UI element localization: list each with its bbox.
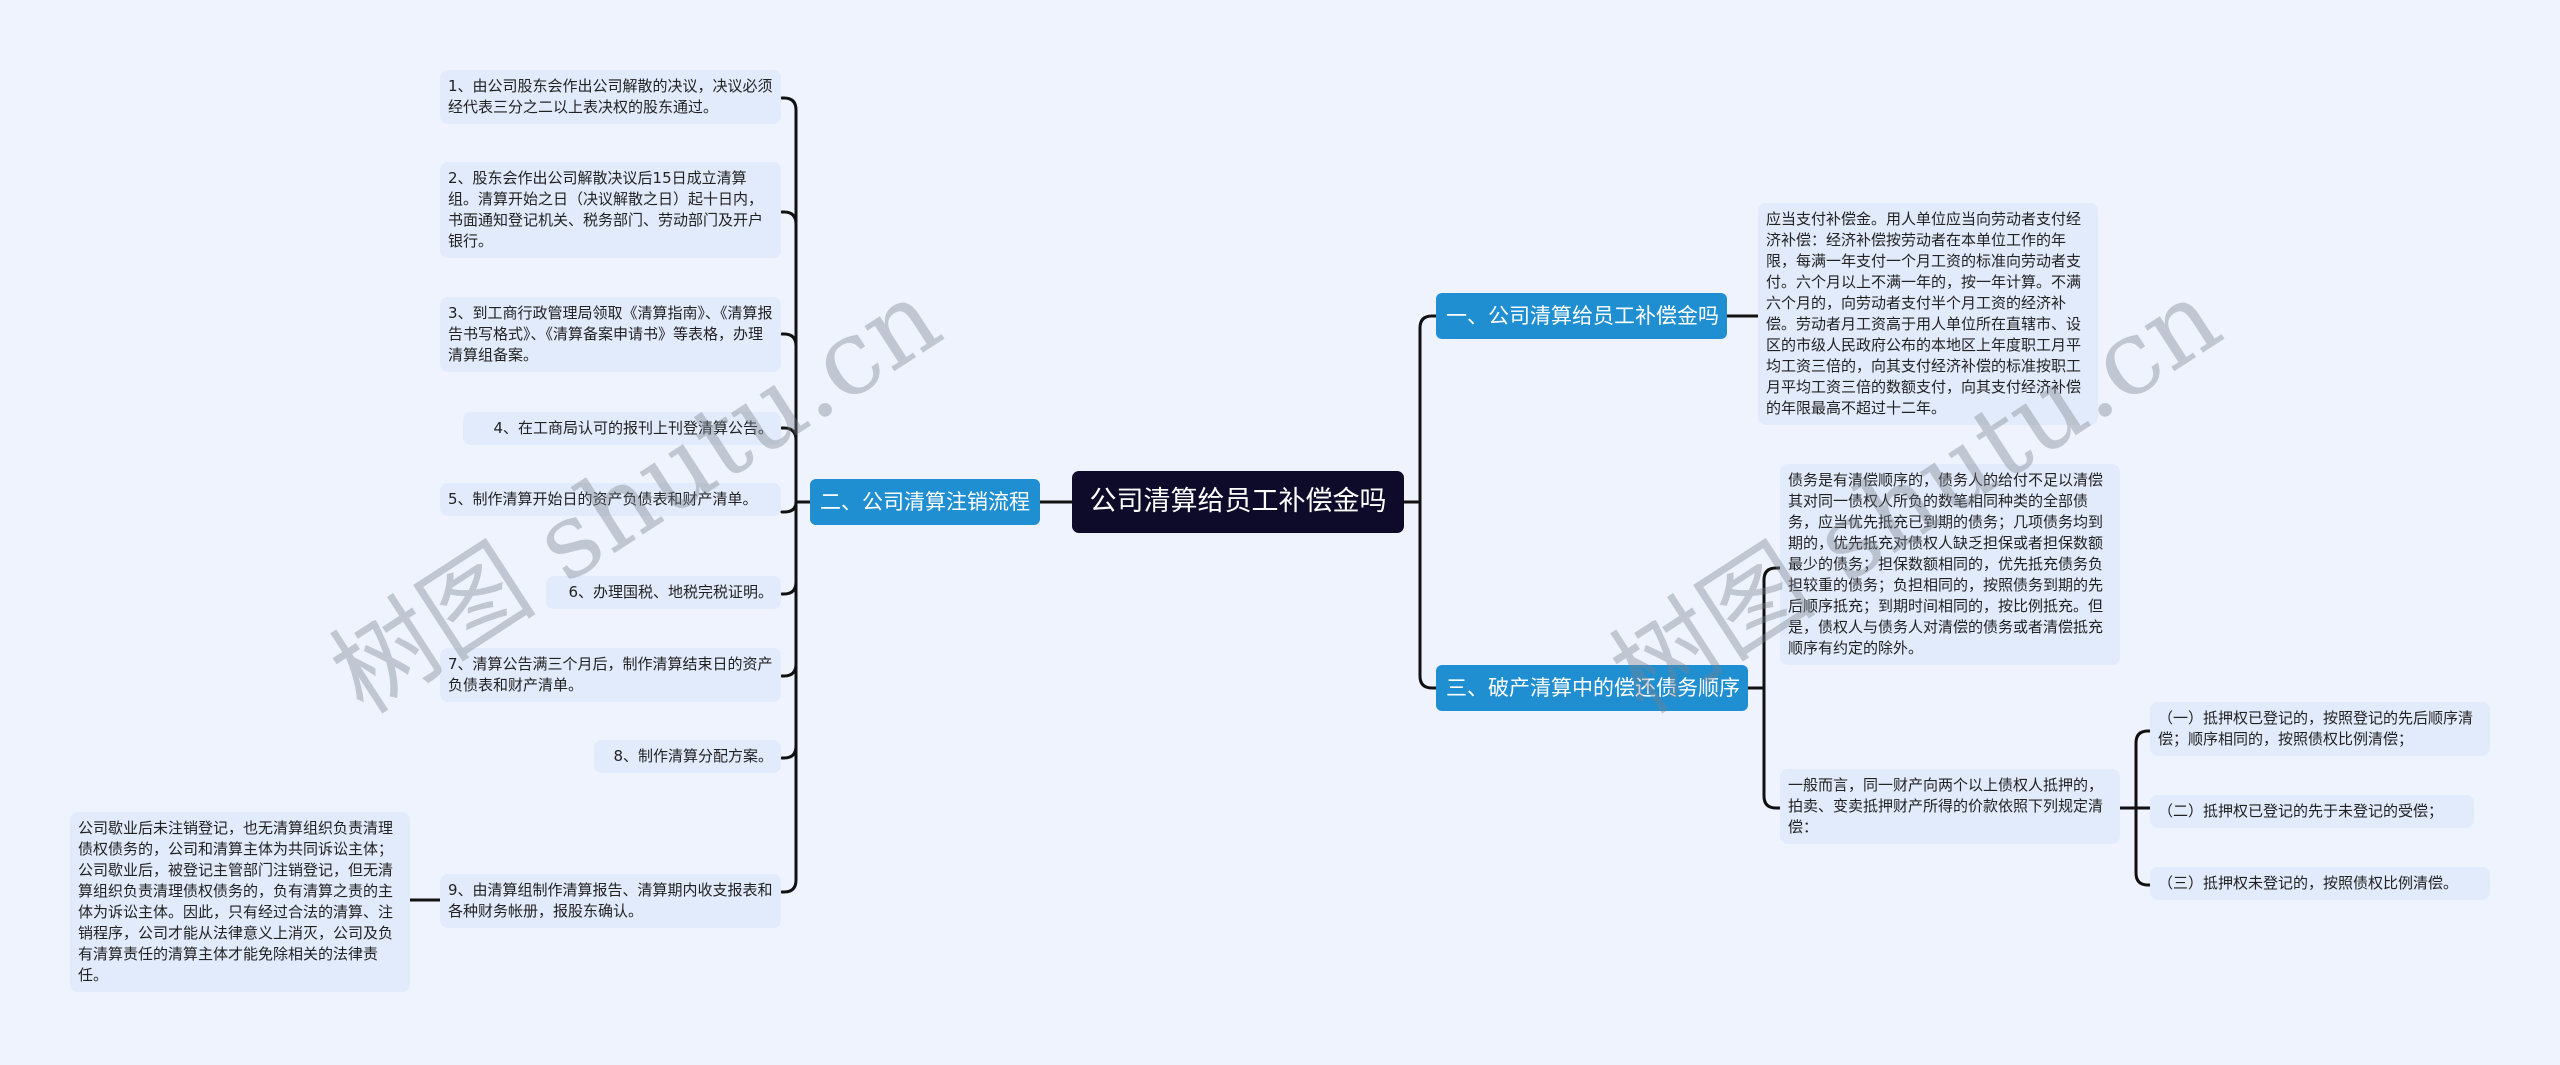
branch-2-label: 二、公司清算注销流程 (820, 490, 1030, 514)
connector-branch-2-to-item-8 (780, 500, 798, 760)
connector-branch-2-to-item-5 (780, 500, 798, 514)
mind-map-canvas: 公司清算给员工补偿金吗 一、公司清算给员工补偿金吗 应当支付补偿金。用人单位应当… (0, 0, 2560, 1065)
flow-step-3[interactable]: 3、到工商行政管理局领取《清算指南》、《清算报告书写格式》、《清算备案申请书》等… (440, 297, 781, 372)
connector-branch-2-to-item-3 (780, 332, 798, 504)
repayment-order-leaf[interactable]: 债务是有清偿顺序的，债务人的给付不足以清偿其对同一债权人所负的数笔相同种类的全部… (1780, 464, 2120, 665)
connector-branch-2-to-item-7 (780, 500, 798, 678)
branch-3-label: 三、破产清算中的偿还债务顺序 (1446, 676, 1740, 700)
root-topic[interactable]: 公司清算给员工补偿金吗 (1072, 471, 1404, 533)
flow-step-7[interactable]: 7、清算公告满三个月后，制作清算结束日的资产负债表和财产清单。 (440, 648, 781, 702)
connector-root-to-branch-3 (1418, 500, 1440, 690)
connector-branch-2-to-item-2 (780, 210, 798, 504)
branch-topic-3[interactable]: 三、破产清算中的偿还债务顺序 (1436, 665, 1748, 711)
connector-mortgage-to-child-1 (2134, 729, 2152, 810)
flow-step-1[interactable]: 1、由公司股东会作出公司解散的决议，决议必须经代表三分之二以上表决权的股东通过。 (440, 70, 781, 124)
connector-branch-2-to-item-9 (780, 500, 798, 894)
connector-mortgage-to-child-3 (2134, 806, 2152, 887)
root-topic-label: 公司清算给员工补偿金吗 (1089, 486, 1387, 517)
mortgage-rule-2[interactable]: （二）抵押权已登记的先于未登记的受偿； (2150, 795, 2474, 828)
mortgage-rule-1[interactable]: （一）抵押权已登记的，按照登记的先后顺序清偿；顺序相同的，按照债权比例清偿； (2150, 702, 2490, 756)
connector-branch-2-to-item-1 (780, 96, 798, 504)
flow-step-8[interactable]: 8、制作清算分配方案。 (594, 740, 781, 773)
mortgage-rule-3[interactable]: （三）抵押权未登记的，按照债权比例清偿。 (2150, 867, 2490, 900)
branch-1-leaf[interactable]: 应当支付补偿金。用人单位应当向劳动者支付经济补偿：经济补偿按劳动者在本单位工作的… (1758, 203, 2098, 425)
branch-topic-1[interactable]: 一、公司清算给员工补偿金吗 (1436, 293, 1727, 339)
connector-branch-2-to-item-6 (780, 500, 798, 596)
branch-topic-2[interactable]: 二、公司清算注销流程 (810, 479, 1040, 525)
branch-1-label: 一、公司清算给员工补偿金吗 (1446, 304, 1719, 328)
connector-branch-2-to-item-4 (780, 426, 798, 504)
flow-step-2[interactable]: 2、股东会作出公司解散决议后15日成立清算组。清算开始之日（决议解散之日）起十日… (440, 162, 781, 258)
flow-step-9-detail[interactable]: 公司歇业后未注销登记，也无清算组织负责清理债权债务的，公司和清算主体为共同诉讼主… (70, 812, 410, 992)
mortgage-rule-leaf[interactable]: 一般而言，同一财产向两个以上债权人抵押的，拍卖、变卖抵押财产所得的价款依照下列规… (1780, 769, 2120, 844)
flow-step-4[interactable]: 4、在工商局认可的报刊上刊登清算公告。 (463, 412, 781, 445)
flow-step-9[interactable]: 9、由清算组制作清算报告、清算期内收支报表和各种财务帐册，报股东确认。 (440, 874, 781, 928)
flow-step-5[interactable]: 5、制作清算开始日的资产负债表和财产清单。 (440, 483, 781, 516)
connector-root-to-branch-1 (1418, 314, 1440, 504)
flow-step-6[interactable]: 6、办理国税、地税完税证明。 (546, 576, 781, 609)
